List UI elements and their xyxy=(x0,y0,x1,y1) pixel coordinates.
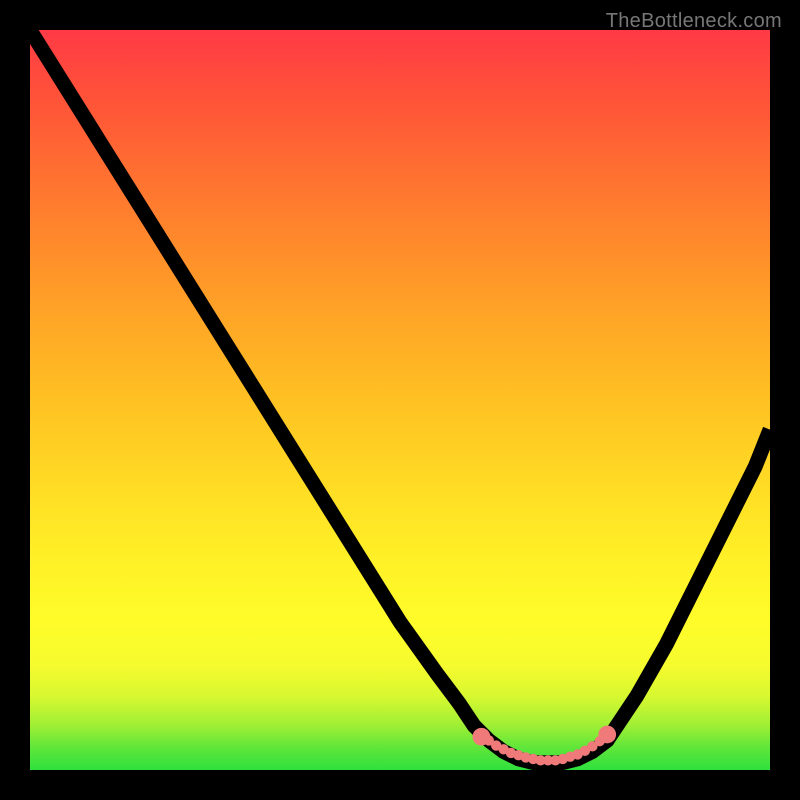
attribution-text: TheBottleneck.com xyxy=(606,10,782,33)
bottleneck-curve xyxy=(30,30,770,763)
chart-overlay xyxy=(30,30,770,770)
bottleneck-chart: TheBottleneck.com xyxy=(0,0,800,800)
trough-markers xyxy=(473,726,617,766)
trough-marker xyxy=(598,726,616,744)
